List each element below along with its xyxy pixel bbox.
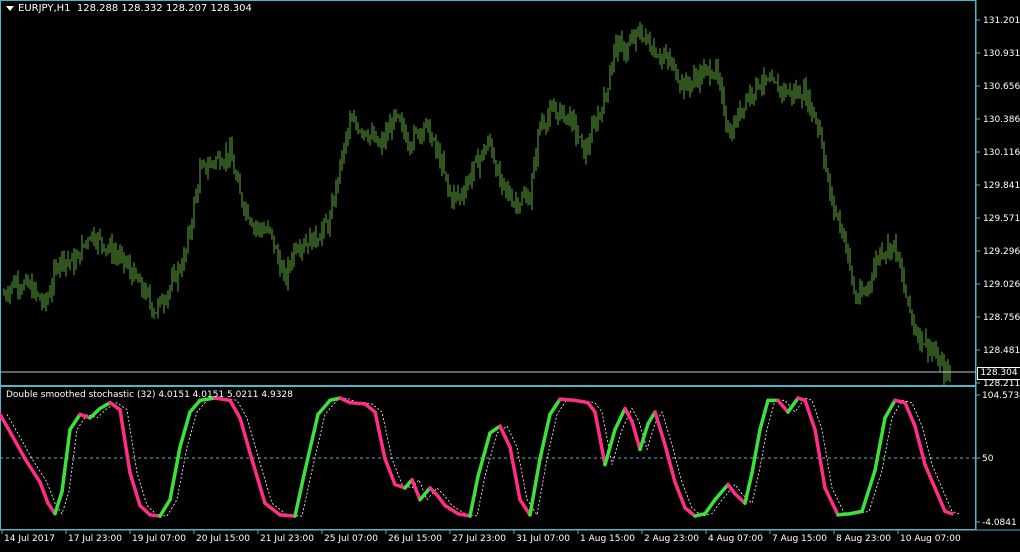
time-tick-label: 27 Jul 23:00	[452, 534, 506, 544]
stochastic-segment	[278, 513, 297, 518]
time-tick-label: 19 Jul 07:00	[132, 534, 186, 544]
time-tick-label: 26 Jul 15:00	[388, 534, 442, 544]
time-tick-label: 14 Jul 2017	[4, 534, 55, 544]
price-tick-label: 129.841	[983, 181, 1020, 191]
price-tick-label: 130.656	[983, 82, 1020, 92]
price-tick-label: 131.201	[983, 16, 1020, 26]
chart-background	[0, 0, 1020, 549]
time-tick-label: 8 Aug 23:00	[836, 534, 891, 544]
stochastic-segment	[848, 509, 864, 516]
chart-title: EURJPY,H1 128.288 128.332 128.207 128.30…	[6, 3, 252, 14]
stochastic-segment	[558, 397, 577, 403]
current-price-tag: 128.304	[977, 367, 1020, 380]
time-tick-label: 25 Jul 07:00	[324, 534, 378, 544]
time-tick-label: 1 Aug 15:00	[580, 534, 635, 544]
symbol-title: EURJPY,H1	[18, 3, 71, 14]
stochastic-segment	[573, 398, 590, 405]
price-tick-label: 130.116	[983, 148, 1020, 158]
price-tick-label: 128.481	[983, 346, 1020, 356]
indicator-tick-label: 50	[982, 454, 994, 464]
time-tick-label: 21 Jul 23:00	[260, 534, 314, 544]
price-tick-label: 129.571	[983, 214, 1020, 224]
chevron-down-icon[interactable]	[6, 5, 14, 11]
chart-window[interactable]: 131.201 130.931 130.656 130.386 130.116 129.8…	[0, 0, 1020, 549]
price-tick-label: 130.931	[983, 49, 1020, 59]
time-tick-label: 31 Jul 07:00	[516, 534, 570, 544]
indicator-tick-label: -4.0841	[982, 518, 1017, 528]
stochastic-segment	[456, 511, 472, 518]
chart-canvas[interactable]: 131.201 130.931 130.656 130.386 130.116 129.8…	[0, 0, 1020, 549]
price-tick-label: 128.756	[983, 313, 1020, 323]
stochastic-segment	[836, 511, 852, 517]
time-tick-label: 4 Aug 07:00	[708, 534, 763, 544]
price-tick-label: 129.026	[983, 280, 1020, 290]
price-tick-label: 129.296	[983, 247, 1020, 257]
time-tick-label: 10 Aug 07:00	[900, 534, 961, 544]
time-tick-label: 2 Aug 23:00	[644, 534, 699, 544]
indicator-tick-label: 104.5734	[982, 391, 1020, 401]
stochastic-segment	[943, 509, 954, 516]
price-tick-label: 130.386	[983, 115, 1020, 125]
time-tick-label: 17 Jul 23:00	[68, 534, 122, 544]
time-tick-label: 7 Aug 15:00	[772, 534, 827, 544]
ohlc-values: 128.288 128.332 128.207 128.304	[76, 3, 252, 14]
stochastic-segment	[348, 400, 367, 406]
indicator-title: Double smoothed stochastic (32) 4.0151 4…	[6, 390, 293, 400]
time-tick-label: 20 Jul 15:00	[196, 534, 250, 544]
price-tick-label: 128.211	[983, 379, 1020, 389]
